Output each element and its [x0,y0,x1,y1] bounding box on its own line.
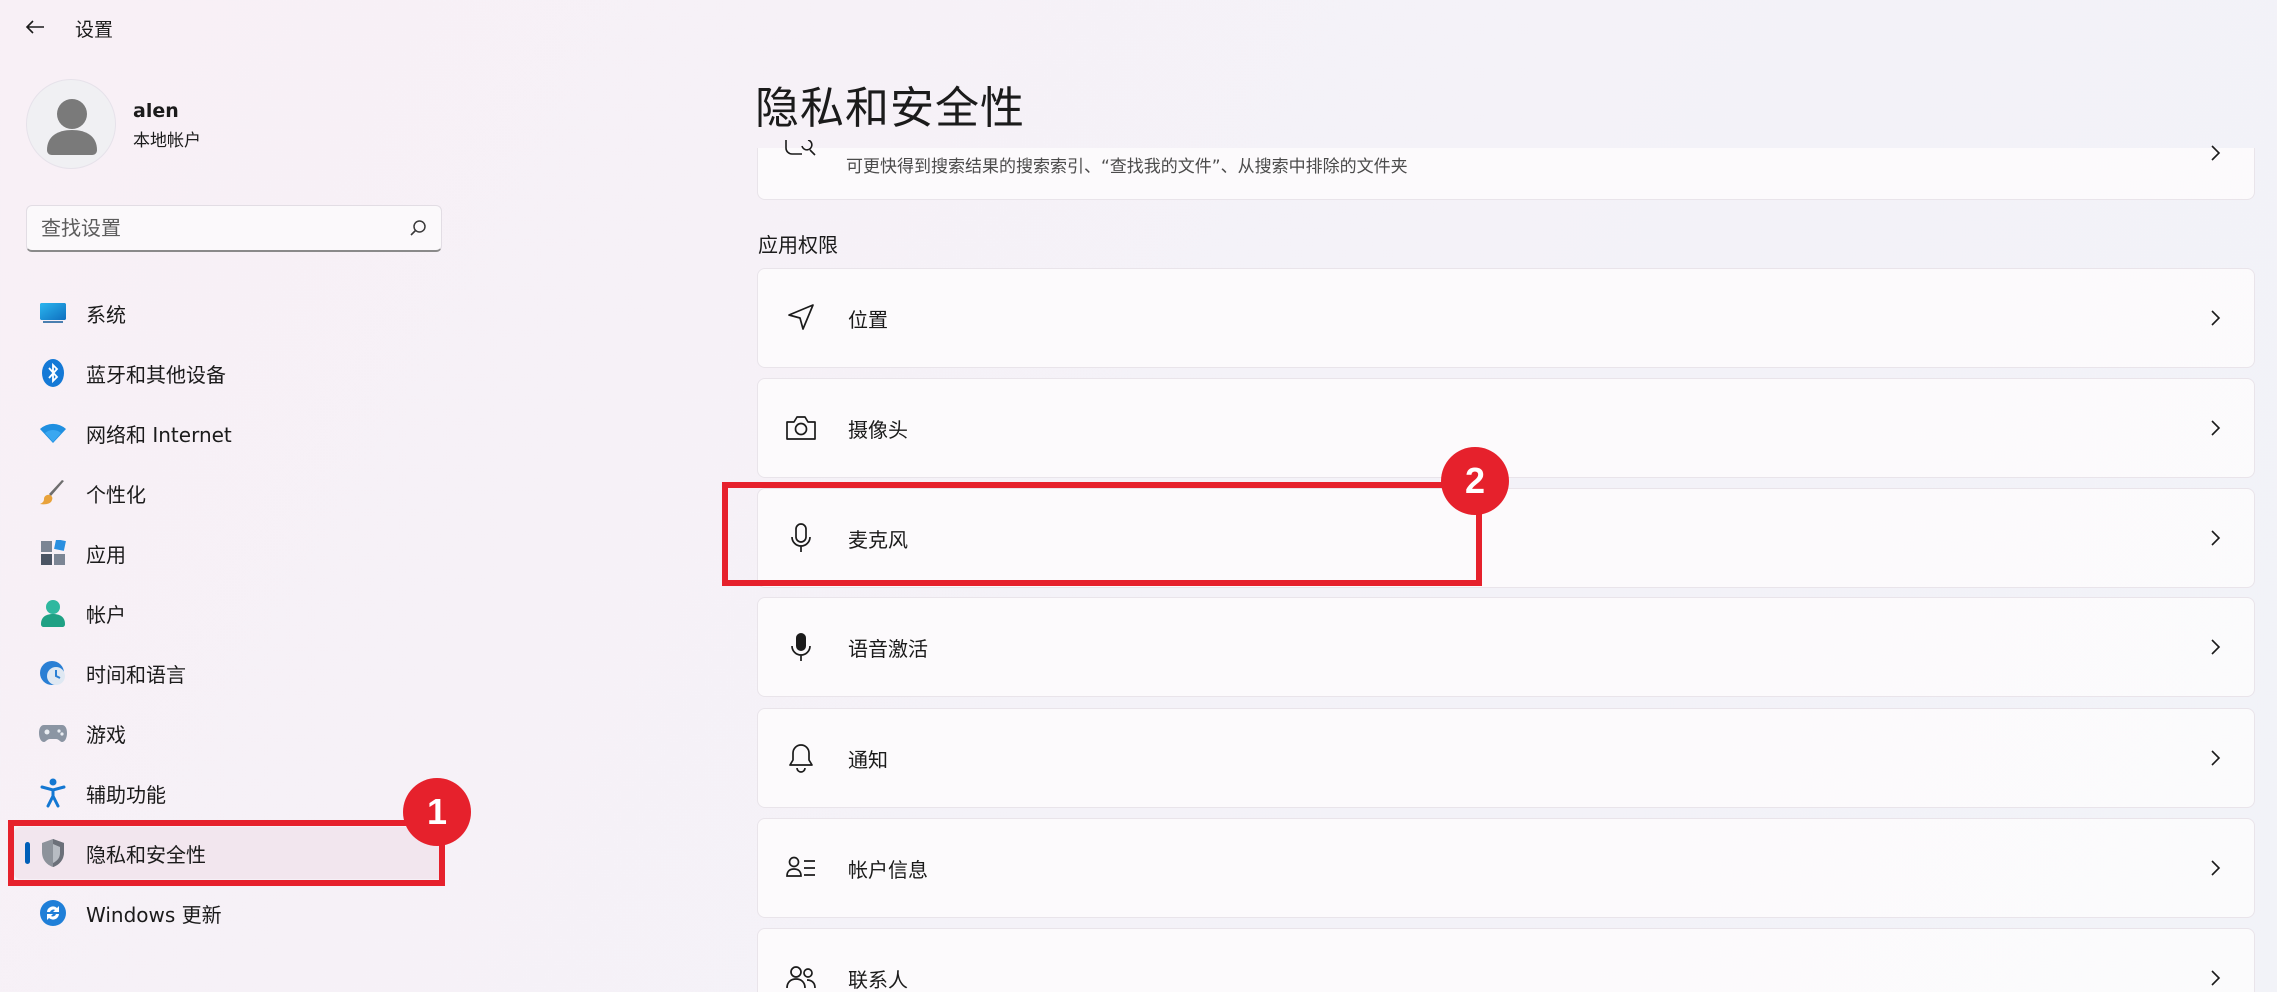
user-avatar-icon [47,99,97,155]
sidebar-item-accessibility[interactable]: 辅助功能 [14,767,444,819]
sidebar-item-system[interactable]: 系统 [14,287,444,339]
bell-icon [784,741,818,775]
sidebar-item-label: 应用 [86,542,126,567]
camera-icon [784,411,818,445]
card-label: 位置 [848,307,888,332]
permission-notifications[interactable]: 通知 [757,708,2255,808]
sidebar-item-personalization[interactable]: 个性化 [14,467,444,519]
sidebar-item-label: 帐户 [86,602,126,627]
chevron-right-icon [2211,750,2221,766]
chevron-right-icon [2211,860,2221,876]
search-icon[interactable] [409,219,427,237]
accessibility-icon [38,778,68,808]
sidebar-item-bluetooth[interactable]: 蓝牙和其他设备 [14,347,444,399]
permission-voice-activation[interactable]: 语音激活 [757,597,2255,697]
annotation-badge-1: 1 [403,778,471,846]
card-label: 通知 [848,747,888,772]
sidebar-item-label: Windows 更新 [86,902,222,927]
search-input[interactable] [41,216,409,240]
sidebar-item-label: 网络和 Internet [86,422,232,447]
permission-camera[interactable]: 摄像头 [757,378,2255,478]
card-label: 联系人 [848,967,908,992]
chevron-right-icon [2211,310,2221,326]
card-label: 帐户信息 [848,857,928,882]
sidebar-item-label: 游戏 [86,722,126,747]
chevron-right-icon [2211,639,2221,655]
search-indexing-icon [784,140,818,162]
sidebar-item-label: 辅助功能 [86,782,166,807]
account-info-icon [784,851,818,885]
card-label: 摄像头 [848,417,908,442]
annotation-badge-2: 2 [1441,447,1509,515]
card-description: 可更快得到搜索结果的搜索索引、“查找我的文件”、从搜索中排除的文件夹 [846,157,1408,177]
wifi-icon [38,418,68,448]
sidebar-item-time-language[interactable]: 时间和语言 [14,647,444,699]
sidebar-item-label: 时间和语言 [86,662,186,687]
back-button[interactable] [18,12,52,42]
brush-icon [38,478,68,508]
sidebar-item-apps[interactable]: 应用 [14,527,444,579]
page-title: 隐私和安全性 [755,83,1025,134]
search-box[interactable] [26,205,442,252]
sidebar-item-label: 蓝牙和其他设备 [86,362,226,387]
gamepad-icon [38,718,68,748]
sidebar-item-label: 个性化 [86,482,146,507]
chevron-right-icon [2211,530,2221,546]
highlight-box-2 [722,482,1482,586]
sidebar-item-windows-update[interactable]: Windows 更新 [14,887,444,939]
search-indexing-card[interactable]: 可更快得到搜索结果的搜索索引、“查找我的文件”、从搜索中排除的文件夹 [757,140,2255,200]
sidebar-item-gaming[interactable]: 游戏 [14,707,444,759]
user-name: alen [133,100,179,122]
permission-account-info[interactable]: 帐户信息 [757,818,2255,918]
sidebar-item-label: 系统 [86,302,126,327]
section-header: 应用权限 [758,233,838,257]
sidebar-item-accounts[interactable]: 帐户 [14,587,444,639]
apps-icon [38,538,68,568]
bluetooth-icon [38,358,68,388]
chevron-right-icon [2211,970,2221,986]
time-language-icon [38,658,68,688]
card-label: 语音激活 [848,636,928,661]
chevron-right-icon [2211,145,2221,161]
voice-activation-icon [784,630,818,664]
highlight-box-1 [8,820,445,886]
back-arrow-icon [25,20,44,34]
system-icon [38,298,68,328]
app-title: 设置 [75,19,114,41]
update-icon [38,898,68,928]
sidebar-item-network[interactable]: 网络和 Internet [14,407,444,459]
permission-contacts[interactable]: 联系人 [757,928,2255,992]
permission-location[interactable]: 位置 [757,268,2255,368]
account-icon [38,598,68,628]
chevron-right-icon [2211,420,2221,436]
avatar[interactable] [26,79,116,169]
location-icon [784,301,818,335]
account-type: 本地帐户 [133,131,201,151]
contacts-icon [784,961,818,992]
